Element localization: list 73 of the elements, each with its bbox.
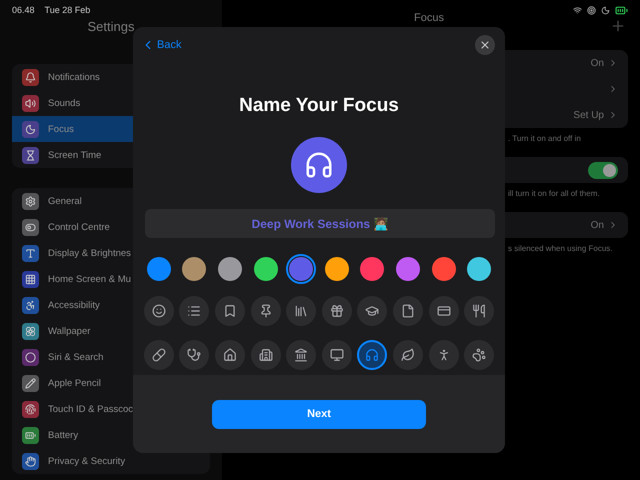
sidebar-item[interactable]: Wallpaper bbox=[12, 318, 210, 344]
sidebar-item[interactable]: Siri & Search bbox=[12, 344, 210, 370]
fork-knife-icon bbox=[472, 304, 486, 318]
icon-option[interactable] bbox=[144, 296, 174, 326]
sidebar-item[interactable]: Privacy & Security bbox=[12, 448, 210, 474]
back-button[interactable]: Back bbox=[141, 38, 182, 52]
next-button[interactable]: Next bbox=[212, 400, 426, 428]
row-value: On bbox=[590, 58, 604, 68]
toggle-switch[interactable] bbox=[588, 162, 618, 178]
sidebar-item[interactable]: Touch ID & Passcoc bbox=[12, 396, 210, 422]
close-icon bbox=[479, 39, 491, 51]
credit-card-icon bbox=[436, 304, 451, 318]
sidebar-item[interactable]: Apple Pencil bbox=[12, 370, 210, 396]
icon-option[interactable] bbox=[428, 340, 459, 370]
icon-option[interactable] bbox=[392, 296, 423, 326]
footnote-text: . Turn it on and off in bbox=[507, 133, 582, 143]
icon-option[interactable] bbox=[179, 296, 210, 326]
sidebar-item[interactable]: Accessibility bbox=[12, 292, 210, 318]
monitor-icon bbox=[330, 348, 344, 362]
sidebar-item[interactable]: Display & Brightnes bbox=[12, 240, 210, 266]
sidebar-item[interactable]: Battery bbox=[12, 422, 210, 448]
sidebar-item[interactable]: Sounds bbox=[12, 90, 210, 116]
bookmark-icon bbox=[222, 304, 237, 318]
sidebar-item[interactable]: Notifications bbox=[12, 64, 210, 90]
icon-option[interactable] bbox=[214, 340, 245, 370]
house-icon bbox=[222, 348, 237, 362]
icon-option[interactable] bbox=[357, 296, 388, 326]
headphones-icon bbox=[365, 348, 380, 362]
icon-option[interactable] bbox=[286, 296, 316, 326]
bank-icon bbox=[294, 348, 308, 362]
modal-title: Name Your Focus bbox=[238, 95, 400, 117]
graduation-cap-icon bbox=[365, 304, 380, 318]
footnote-text: s silenced when using Focus. bbox=[507, 243, 614, 253]
icon-option[interactable] bbox=[286, 340, 316, 370]
row-value: On bbox=[590, 220, 604, 230]
sidebar-title: Settings bbox=[86, 20, 136, 36]
icon-option[interactable] bbox=[322, 340, 352, 370]
battery-icon bbox=[615, 4, 628, 16]
target-icon bbox=[587, 6, 596, 14]
detail-title: Focus bbox=[414, 12, 444, 25]
row-value: Set Up bbox=[573, 110, 604, 120]
icon-option[interactable] bbox=[250, 340, 281, 370]
pin-icon bbox=[258, 304, 273, 318]
wifi-icon bbox=[573, 6, 582, 14]
footnote-text: ill turn it on for all of them. bbox=[507, 188, 601, 198]
headphones-icon bbox=[304, 150, 334, 180]
pills-icon bbox=[152, 348, 166, 362]
sidebar-item[interactable]: Home Screen & Mu bbox=[12, 266, 210, 292]
smiley-icon bbox=[152, 304, 166, 318]
list-icon bbox=[187, 304, 202, 318]
icon-option[interactable] bbox=[250, 296, 281, 326]
books-icon bbox=[294, 304, 308, 318]
moon-icon bbox=[601, 6, 610, 14]
icon-option[interactable] bbox=[214, 296, 245, 326]
close-button[interactable] bbox=[475, 35, 495, 55]
gift-icon bbox=[330, 304, 344, 318]
icon-option[interactable] bbox=[464, 340, 494, 370]
status-date: Tue 28 Feb bbox=[44, 5, 90, 15]
building-icon bbox=[258, 348, 273, 362]
icon-option[interactable] bbox=[464, 296, 494, 326]
icon-option[interactable] bbox=[144, 340, 174, 370]
paw-icon bbox=[472, 348, 486, 362]
icon-option[interactable] bbox=[357, 340, 388, 370]
name-input-field[interactable]: Deep Work Sessions 🧑🏽‍💻 bbox=[145, 209, 495, 238]
stethoscope-icon bbox=[187, 348, 202, 362]
icon-option[interactable] bbox=[392, 340, 423, 370]
icon-option[interactable] bbox=[428, 296, 459, 326]
sidebar-item[interactable]: Screen Time bbox=[12, 142, 210, 168]
document-icon bbox=[400, 304, 415, 318]
icon-option[interactable] bbox=[322, 296, 352, 326]
status-time: 06.48 bbox=[12, 5, 35, 15]
icon-option[interactable] bbox=[179, 340, 210, 370]
leaf-icon bbox=[400, 348, 415, 362]
